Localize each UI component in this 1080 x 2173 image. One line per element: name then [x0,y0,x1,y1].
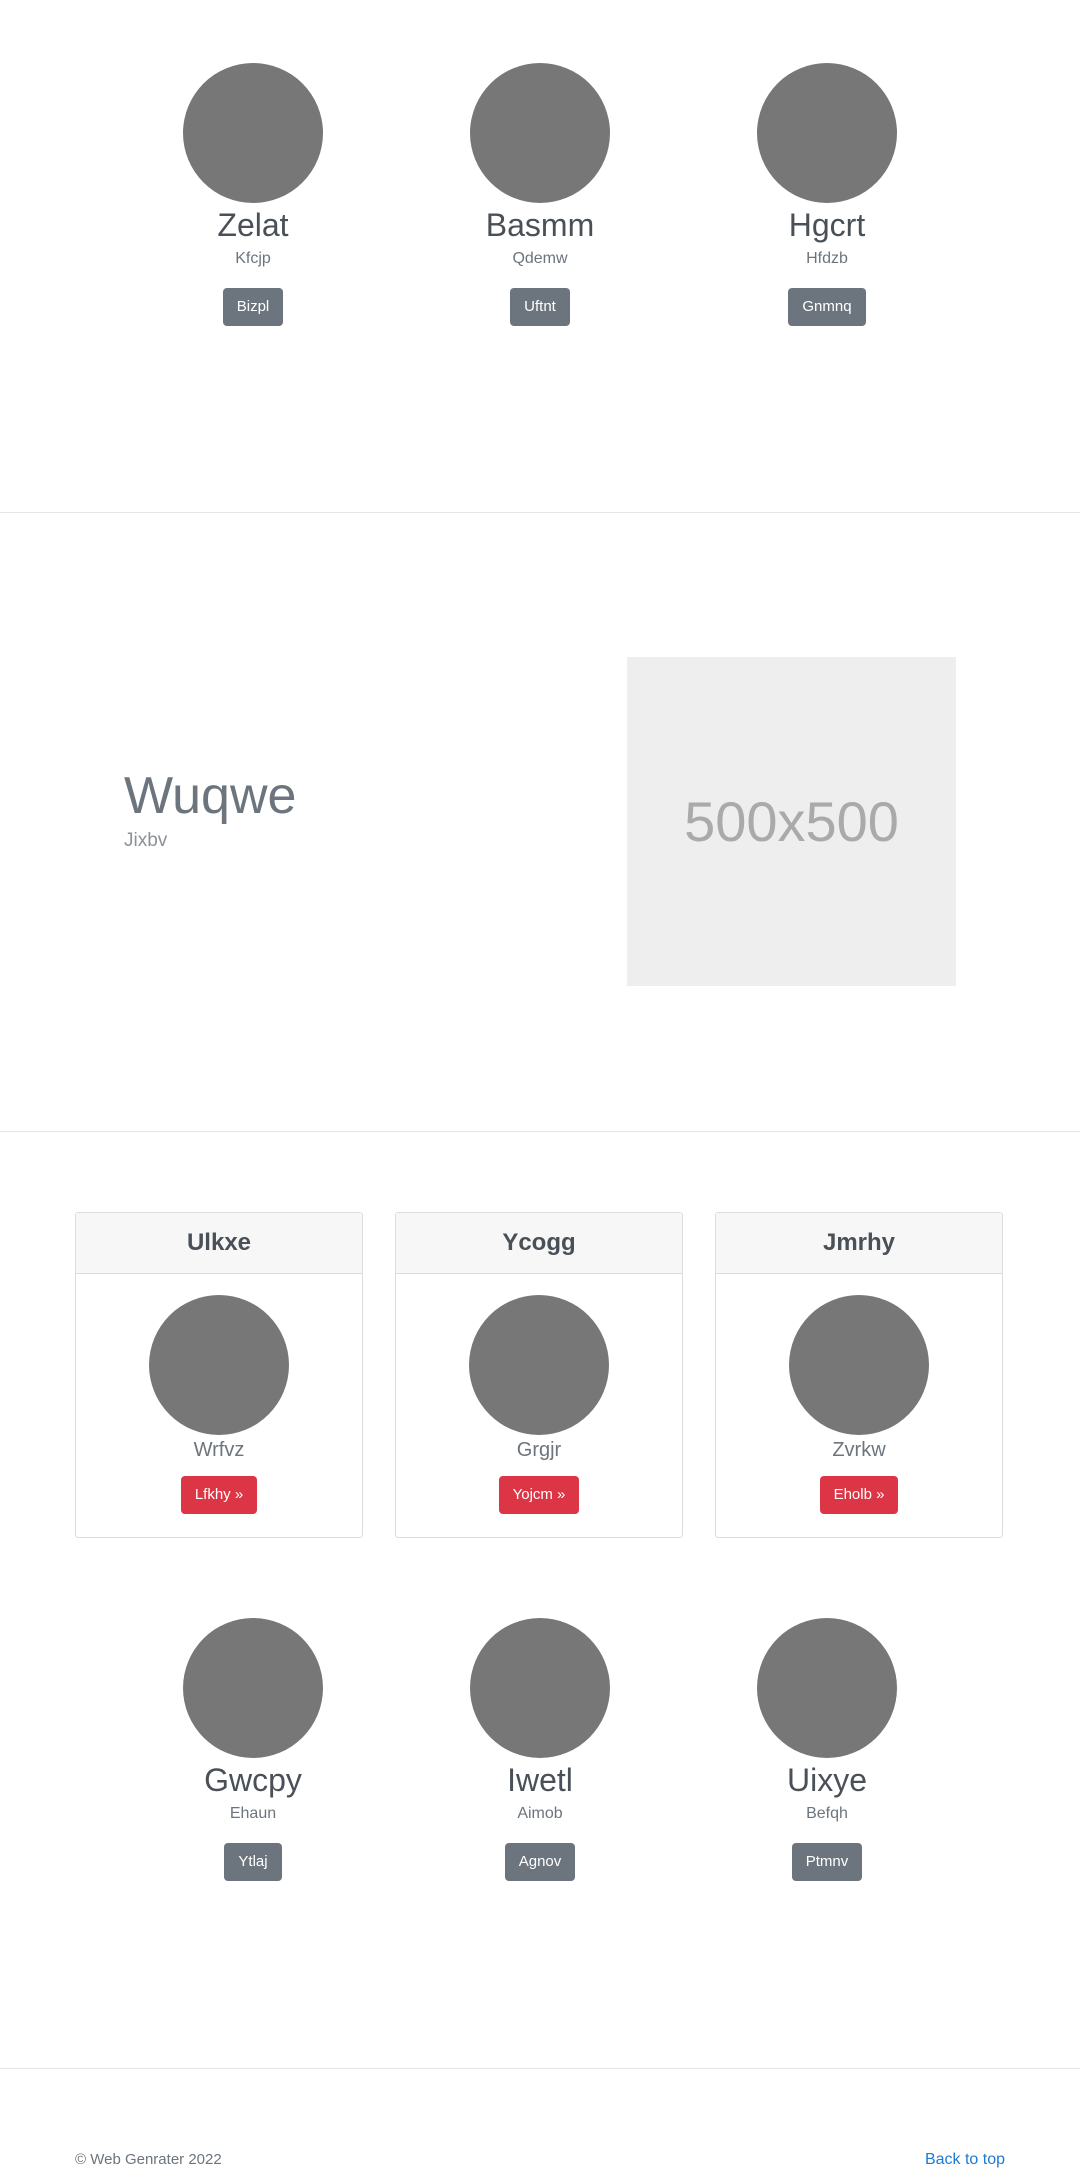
avatar [470,63,610,203]
feature-heading: Wuqwe [124,767,297,825]
card-header: Jmrhy [716,1213,1002,1274]
avatar [757,1618,897,1758]
member-button[interactable]: Uftnt [510,288,570,326]
feature-subheading: Jixbv [124,830,168,851]
card-button[interactable]: Eholb » [819,1476,899,1514]
card-button[interactable]: Yojcm » [498,1476,580,1514]
member-button[interactable]: Ytlaj [224,1843,282,1881]
member-name: Gwcpy [204,1762,302,1798]
member-subtitle: Hfdzb [806,250,848,267]
card: Ulkxe Wrfvz Lfkhy » [75,1212,363,1538]
back-to-top-link[interactable]: Back to top [925,2151,1005,2169]
member-subtitle: Qdemw [512,250,568,267]
card-button[interactable]: Lfkhy » [180,1476,258,1514]
member-name: Uixye [786,1762,867,1798]
member-name: Basmm [485,207,595,243]
team-member: Uixye Befqh Ptmnv [677,1618,977,1881]
card: Ycogg Grgjr Yojcm » [395,1212,683,1538]
member-subtitle: Befqh [806,1805,848,1822]
member-name: Hgcrt [788,207,866,243]
avatar [183,1618,323,1758]
member-button[interactable]: Gnmnq [788,288,866,326]
team-member: Hgcrt Hfdzb Gnmnq [677,63,977,326]
team-member: Iwetl Aimob Agnov [390,1618,690,1881]
avatar [470,1618,610,1758]
avatar [149,1295,289,1435]
avatar [469,1295,609,1435]
card-subtitle: Grgjr [516,1439,562,1461]
member-subtitle: Ehaun [229,1805,277,1822]
avatar [757,63,897,203]
member-name: Iwetl [507,1762,573,1798]
team-member: Basmm Qdemw Uftnt [390,63,690,326]
card-subtitle: Wrfvz [193,1439,245,1461]
card-header: Ulkxe [76,1213,362,1274]
member-button[interactable]: Agnov [504,1843,576,1881]
placeholder-label: 500x500 [684,790,899,853]
section-divider [0,512,1080,513]
card: Jmrhy Zvrkw Eholb » [715,1212,1003,1538]
card-header: Ycogg [396,1213,682,1274]
avatar [183,63,323,203]
avatar [789,1295,929,1435]
member-subtitle: Kfcjp [235,250,271,267]
placeholder-image: 500x500 [627,657,956,986]
member-subtitle: Aimob [517,1805,563,1822]
section-divider [0,1131,1080,1132]
card-subtitle: Zvrkw [832,1439,886,1461]
member-button[interactable]: Bizpl [222,288,284,326]
member-name: Zelat [217,207,289,243]
team-member: Gwcpy Ehaun Ytlaj [103,1618,403,1881]
footer-copyright: © Web Genrater 2022 [75,2151,222,2168]
member-button[interactable]: Ptmnv [791,1843,863,1881]
section-divider [0,2068,1080,2069]
team-member: Zelat Kfcjp Bizpl [103,63,403,326]
